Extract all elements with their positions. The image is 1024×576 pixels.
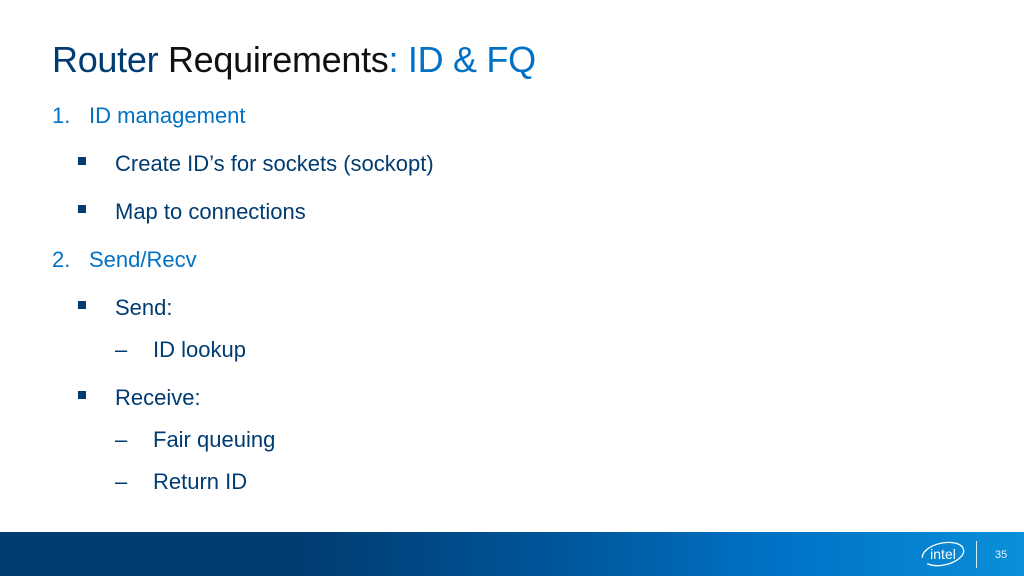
logo-text: intel	[930, 546, 956, 562]
section-number: 1.	[52, 103, 71, 128]
dash-bullet-icon: –	[115, 469, 128, 494]
footer-divider	[976, 541, 977, 568]
sub-item-label: Return ID	[153, 469, 248, 494]
bullet-item: Create ID’s for sockets (sockopt)	[78, 150, 434, 178]
dash-bullet-icon: –	[115, 337, 128, 362]
square-bullet-icon	[78, 391, 86, 400]
bullet-label: Map to connections	[115, 199, 306, 224]
footer-bar	[0, 532, 1024, 576]
title-part-subject: : ID & FQ	[388, 39, 536, 80]
square-bullet-icon	[78, 157, 86, 166]
sub-item-label: ID lookup	[153, 337, 246, 362]
page-number: 35	[995, 549, 1008, 561]
bullet-label: Receive:	[115, 385, 201, 410]
intel-logo-icon: intel	[921, 541, 965, 567]
slide-title: Router Requirements: ID & FQ	[52, 38, 536, 82]
square-bullet-icon	[78, 301, 86, 310]
bullet-label: Send:	[115, 295, 173, 320]
section-id-management: 1. ID management	[52, 102, 246, 130]
sub-item-label: Fair queuing	[153, 427, 276, 452]
dash-bullet-icon: –	[115, 427, 128, 452]
square-bullet-icon	[78, 205, 86, 214]
sub-item: – Return ID	[115, 468, 247, 496]
section-label: ID management	[89, 103, 246, 128]
sub-item: – Fair queuing	[115, 426, 275, 454]
bullet-item: Send:	[78, 294, 173, 322]
section-label: Send/Recv	[89, 247, 197, 272]
section-number: 2.	[52, 247, 71, 272]
section-send-recv: 2. Send/Recv	[52, 246, 197, 274]
title-part-requirements: Requirements	[158, 39, 389, 80]
bullet-label: Create ID’s for sockets (sockopt)	[115, 151, 434, 176]
bullet-item: Receive:	[78, 384, 201, 412]
bullet-item: Map to connections	[78, 198, 306, 226]
title-part-router: Router	[52, 39, 159, 80]
sub-item: – ID lookup	[115, 336, 246, 364]
